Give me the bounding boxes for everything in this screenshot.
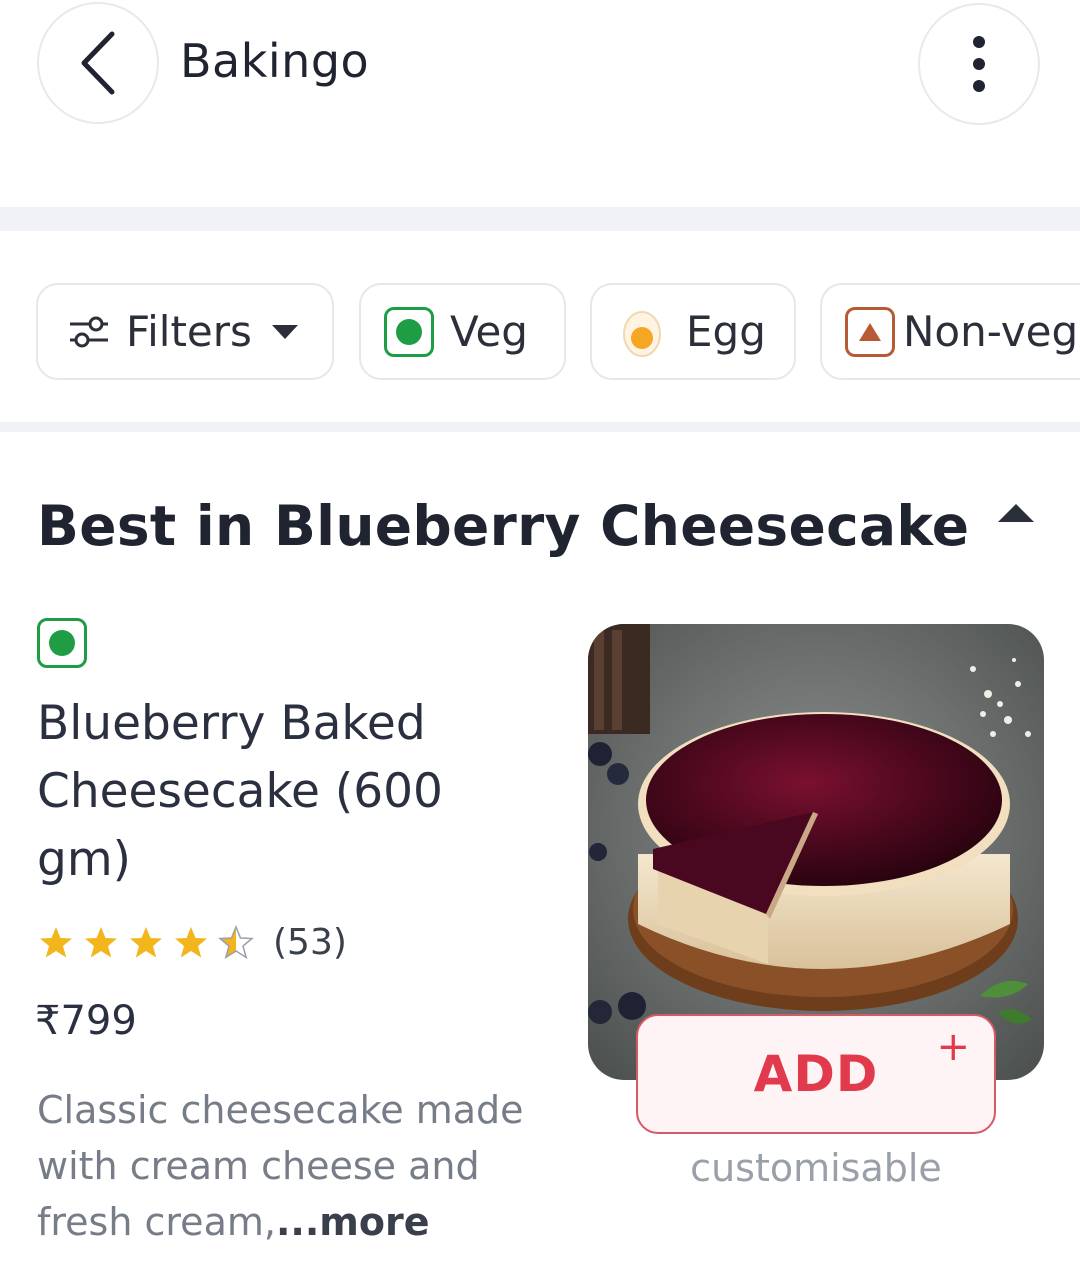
nonveg-chip[interactable]: Non-veg bbox=[820, 283, 1080, 380]
caret-down-icon bbox=[271, 324, 298, 339]
product-rating: (53) bbox=[37, 920, 347, 964]
divider bbox=[0, 207, 1080, 231]
product-image[interactable] bbox=[588, 624, 1044, 1080]
filters-chip[interactable]: Filters bbox=[36, 283, 334, 380]
nonveg-indicator-icon bbox=[845, 306, 895, 357]
egg-chip[interactable]: Egg bbox=[590, 283, 796, 380]
chevron-left-icon bbox=[81, 31, 115, 95]
section-title: Best in Blueberry Cheesecake bbox=[37, 494, 970, 558]
page-title: Bakingo bbox=[180, 34, 370, 88]
egg-label: Egg bbox=[686, 307, 766, 356]
more-options-button[interactable] bbox=[918, 3, 1040, 125]
plus-icon: + bbox=[936, 1024, 970, 1070]
sliders-icon bbox=[70, 316, 108, 347]
more-vertical-icon bbox=[973, 36, 985, 92]
product-name: Blueberry Baked Cheesecake (600 gm) bbox=[37, 696, 443, 887]
caret-up-icon[interactable] bbox=[996, 502, 1036, 524]
star-rating-icon bbox=[40, 926, 253, 959]
veg-chip[interactable]: Veg bbox=[359, 283, 566, 380]
filters-label: Filters bbox=[126, 307, 252, 356]
nonveg-label: Non-veg bbox=[903, 307, 1079, 356]
veg-indicator-icon bbox=[37, 618, 87, 668]
customisable-label: customisable bbox=[690, 1146, 942, 1190]
veg-indicator-icon bbox=[384, 306, 434, 357]
add-button[interactable]: ADD + bbox=[636, 1014, 996, 1134]
more-link[interactable]: ...more bbox=[276, 1200, 430, 1244]
product-price: ₹799 bbox=[35, 998, 137, 1044]
product-description: Classic cheesecake made with cream chees… bbox=[37, 1082, 567, 1250]
rating-count: (53) bbox=[273, 921, 347, 963]
add-label: ADD bbox=[753, 1045, 879, 1103]
cheesecake-image bbox=[588, 624, 1044, 1080]
veg-label: Veg bbox=[450, 307, 528, 356]
egg-icon bbox=[623, 310, 661, 357]
back-button[interactable] bbox=[37, 2, 159, 124]
divider bbox=[0, 422, 1080, 432]
